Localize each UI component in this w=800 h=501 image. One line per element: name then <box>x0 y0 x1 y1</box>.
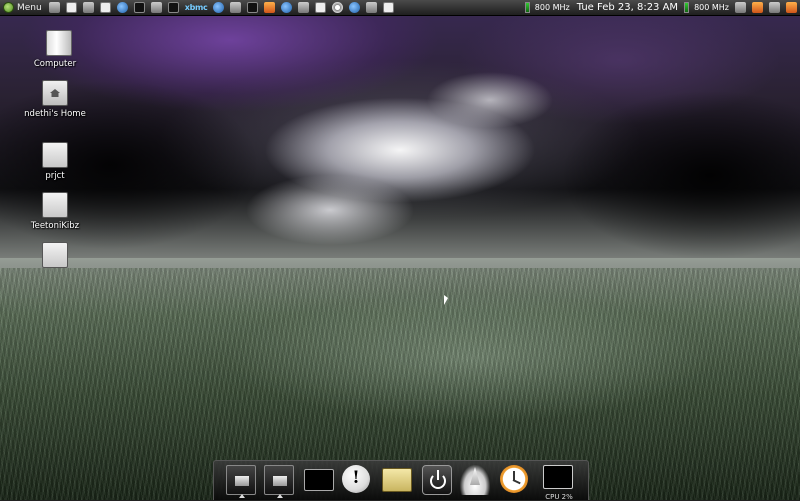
battery-icon[interactable] <box>752 2 763 13</box>
network-tray-icon[interactable] <box>735 2 746 13</box>
home-folder-icon <box>42 80 68 106</box>
network-icon[interactable] <box>213 2 225 13</box>
mail-icon[interactable] <box>315 2 327 13</box>
top-panel: Menu xbmc 800 MHz Tue Feb 23, 8:23 AM 80… <box>0 0 800 16</box>
dock-shutdown-icon[interactable] <box>422 465 452 495</box>
system-icon[interactable] <box>150 2 162 13</box>
power-icon[interactable] <box>786 2 797 13</box>
show-desktop-icon[interactable] <box>48 2 60 13</box>
volume-icon[interactable] <box>769 2 780 13</box>
clock[interactable]: Tue Feb 23, 8:23 AM <box>573 2 682 13</box>
menu-button[interactable]: Menu <box>0 0 46 15</box>
folder-icon <box>42 192 68 218</box>
bird-icon[interactable] <box>383 2 395 13</box>
desktop-icon-label: TeetoniKibz <box>30 221 80 231</box>
monitor-icon[interactable] <box>247 2 259 13</box>
folder-icon <box>42 142 68 168</box>
photo-icon[interactable] <box>281 2 293 13</box>
media-icon[interactable] <box>167 2 179 13</box>
desktop-icon-label: Computer <box>33 59 77 69</box>
desktop-icon-computer[interactable]: Computer <box>20 30 90 69</box>
paint-icon[interactable] <box>264 2 276 13</box>
terminal-icon[interactable] <box>133 2 145 13</box>
dock-cpu-monitor[interactable]: CPU 2% <box>543 465 573 501</box>
chat-icon[interactable] <box>366 2 378 13</box>
desktop-icon-file[interactable] <box>20 242 90 268</box>
desktop-icon-prjct[interactable]: prjct <box>20 142 90 181</box>
document-icon[interactable] <box>99 2 111 13</box>
desktop-icon-label: prjct <box>45 171 65 181</box>
running-indicator-icon <box>277 494 283 498</box>
dock-rocket-icon[interactable] <box>460 465 490 495</box>
dock-folder-icon[interactable] <box>382 468 412 492</box>
browser-icon[interactable] <box>116 2 128 13</box>
dock-window-1[interactable] <box>226 465 256 498</box>
file-manager-icon[interactable] <box>230 2 242 13</box>
menu-logo-icon <box>3 2 14 13</box>
mouse-cursor-icon <box>444 295 448 305</box>
dock-clock-icon[interactable] <box>500 465 528 493</box>
dock-window-2[interactable] <box>264 465 294 498</box>
desktop-icon-label: ndethi's Home <box>24 109 86 119</box>
cpu-frequency[interactable]: 800 MHz <box>532 3 573 12</box>
xbmc-launcher[interactable]: xbmc <box>182 3 211 12</box>
lock-icon[interactable] <box>65 2 77 13</box>
settings-icon[interactable] <box>298 2 310 13</box>
desktop-icon-home[interactable]: ndethi's Home <box>20 80 90 119</box>
desktop-wallpaper <box>0 0 800 500</box>
computer-icon <box>46 30 72 56</box>
update-icon[interactable] <box>349 2 361 13</box>
running-indicator-icon <box>239 494 245 498</box>
text-editor-icon[interactable] <box>82 2 94 13</box>
cpu-meter-icon <box>684 2 690 13</box>
file-icon <box>42 242 68 268</box>
dock-notification-icon[interactable]: ! <box>342 465 370 493</box>
dock: ! CPU 2% <box>213 460 589 501</box>
disc-icon[interactable] <box>332 2 344 13</box>
dock-terminal-icon[interactable] <box>304 469 334 491</box>
menu-label: Menu <box>17 2 42 13</box>
desktop-icon-teetonikibz[interactable]: TeetoniKibz <box>20 192 90 231</box>
cpu-meter-icon <box>524 2 530 13</box>
cpu-frequency-2[interactable]: 800 MHz <box>691 3 732 12</box>
